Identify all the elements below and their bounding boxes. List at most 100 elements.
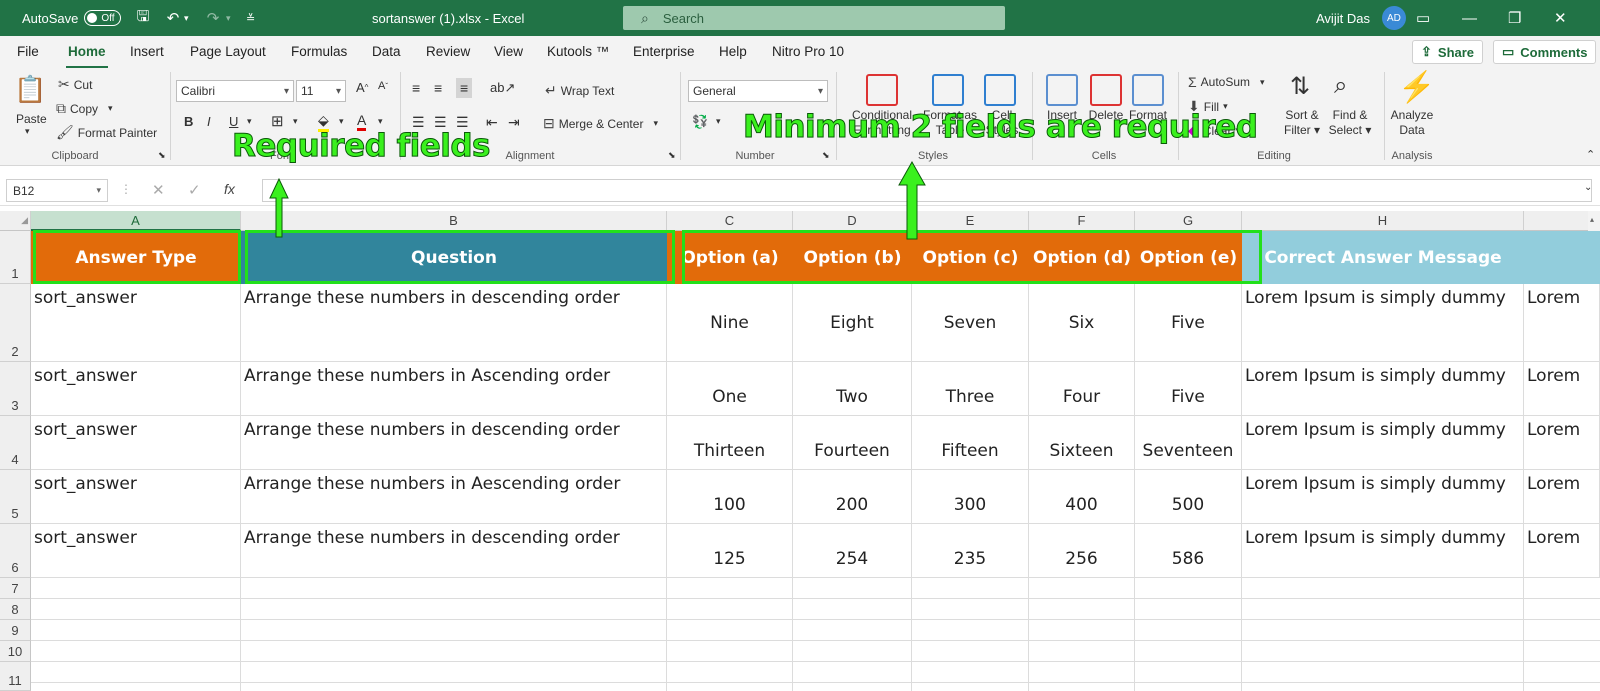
cell-option-c[interactable]: 300 <box>912 470 1029 524</box>
cell-next[interactable]: Lorem <box>1524 470 1600 524</box>
tab-formulas[interactable]: Formulas <box>291 44 347 59</box>
alignment-launcher-icon[interactable]: ⬊ <box>668 150 676 161</box>
share-button[interactable]: ⇪ Share <box>1412 40 1484 64</box>
tab-page-layout[interactable]: Page Layout <box>190 44 266 59</box>
cell-question[interactable]: Arrange these numbers in Aescending orde… <box>241 470 667 524</box>
wrap-text-button[interactable]: ↵ Wrap Text <box>545 82 614 99</box>
redo-dropdown-icon[interactable]: ▾ <box>226 0 231 36</box>
col-header-e[interactable]: E <box>912 211 1029 231</box>
cell-option-d[interactable]: 400 <box>1029 470 1135 524</box>
cell-next[interactable]: Lorem <box>1524 362 1600 416</box>
cell-option-e[interactable]: 586 <box>1135 524 1242 578</box>
cell-option-a[interactable]: Thirteen <box>667 416 793 470</box>
close-icon[interactable]: ✕ <box>1554 0 1600 36</box>
format-painter-button[interactable]: 🖌 Format Painter <box>56 124 157 141</box>
increase-indent-icon[interactable]: ⇥ <box>508 114 520 131</box>
cut-button[interactable]: ✂ Cut <box>58 76 92 93</box>
col-header-h[interactable]: H <box>1242 211 1524 231</box>
col-header-a[interactable]: A <box>31 211 241 231</box>
cell-option-c[interactable]: Fifteen <box>912 416 1029 470</box>
row-header-9[interactable]: 9 <box>0 620 31 641</box>
number-format-select[interactable]: General <box>688 80 828 102</box>
row-header-5[interactable]: 5 <box>0 470 31 524</box>
paste-button[interactable]: Paste <box>16 112 47 126</box>
cell-option-d[interactable]: Four <box>1029 362 1135 416</box>
undo-dropdown-icon[interactable]: ▾ <box>184 0 189 36</box>
cell-option-b[interactable]: 200 <box>793 470 912 524</box>
align-middle-icon[interactable]: ≡ <box>434 80 442 96</box>
cell-option-d[interactable]: Sixteen <box>1029 416 1135 470</box>
conditional-formatting-icon[interactable] <box>866 74 898 106</box>
orientation-icon[interactable]: ab↗ <box>490 80 515 96</box>
find-select-icon[interactable]: ⌕ <box>1334 72 1347 100</box>
number-launcher-icon[interactable]: ⬊ <box>822 150 830 161</box>
accounting-dropdown-icon[interactable]: ▾ <box>716 116 721 127</box>
font-color-dropdown-icon[interactable]: ▾ <box>378 116 383 127</box>
cell-styles-icon[interactable] <box>984 74 1016 106</box>
account[interactable]: Avijit Das AD <box>1316 0 1406 36</box>
borders-dropdown-icon[interactable]: ▾ <box>293 116 298 127</box>
accounting-format-icon[interactable]: 💱 <box>692 114 708 130</box>
insert-function-icon[interactable]: fx <box>224 181 235 197</box>
worksheet-grid[interactable]: ◢ A B C D E F G H 1 2 3 4 5 6 7 8 9 10 1… <box>0 211 1600 691</box>
cell-question[interactable]: Arrange these numbers in descending orde… <box>241 284 667 362</box>
col-header-f[interactable]: F <box>1029 211 1135 231</box>
cell-option-b[interactable]: 254 <box>793 524 912 578</box>
tab-view[interactable]: View <box>494 44 523 59</box>
tab-data[interactable]: Data <box>372 44 401 59</box>
tab-kutools[interactable]: Kutools ™ <box>547 44 609 59</box>
bold-button[interactable]: B <box>184 114 193 129</box>
row-header-6[interactable]: 6 <box>0 524 31 578</box>
cell-question[interactable]: Arrange these numbers in descending orde… <box>241 524 667 578</box>
row-header-11[interactable]: 11 <box>0 662 31 691</box>
row-header-2[interactable]: 2 <box>0 284 31 362</box>
col-header-d[interactable]: D <box>793 211 912 231</box>
cell-message[interactable]: Lorem Ipsum is simply dummy <box>1242 362 1524 416</box>
col-header-g[interactable]: G <box>1135 211 1242 231</box>
find-select-button[interactable]: Find & Select ▾ <box>1326 108 1374 138</box>
comments-button[interactable]: ▭ Comments <box>1493 40 1597 64</box>
row-header-1[interactable]: 1 <box>0 231 31 284</box>
cell-question[interactable]: Arrange these numbers in descending orde… <box>241 416 667 470</box>
cell-message[interactable]: Lorem Ipsum is simply dummy <box>1242 416 1524 470</box>
tab-nitro[interactable]: Nitro Pro 10 <box>772 44 844 59</box>
ribbon-display-options-icon[interactable]: ▭ <box>1416 0 1462 36</box>
cell-option-e[interactable]: Five <box>1135 284 1242 362</box>
cell-message[interactable]: Lorem Ipsum is simply dummy <box>1242 470 1524 524</box>
row-header-3[interactable]: 3 <box>0 362 31 416</box>
cell-option-b[interactable]: Eight <box>793 284 912 362</box>
minimize-icon[interactable]: — <box>1462 0 1508 36</box>
avatar[interactable]: AD <box>1381 6 1406 30</box>
cell-question[interactable]: Arrange these numbers in Ascending order <box>241 362 667 416</box>
row-header-7[interactable]: 7 <box>0 578 31 599</box>
font-name-select[interactable]: Calibri <box>176 80 294 102</box>
underline-button[interactable]: U <box>229 114 238 129</box>
cell-answer-type[interactable]: sort_answer <box>31 284 241 362</box>
select-all-corner[interactable]: ◢ <box>0 211 31 231</box>
row-header-8[interactable]: 8 <box>0 599 31 620</box>
empty-rows[interactable] <box>31 578 1600 691</box>
formula-input[interactable] <box>262 179 1592 202</box>
cell-option-a[interactable]: One <box>667 362 793 416</box>
autosum-button[interactable]: Σ AutoSum ▾ <box>1188 74 1265 90</box>
cell-option-a[interactable]: 125 <box>667 524 793 578</box>
cell-answer-type[interactable]: sort_answer <box>31 470 241 524</box>
grow-font-icon[interactable]: A ^ <box>356 80 368 95</box>
underline-dropdown-icon[interactable]: ▾ <box>247 116 252 127</box>
customize-quick-access-icon[interactable]: ≚ <box>246 0 255 36</box>
undo-icon[interactable]: ↶ <box>164 0 182 36</box>
tab-enterprise[interactable]: Enterprise <box>633 44 695 59</box>
cell-answer-type[interactable]: sort_answer <box>31 524 241 578</box>
sort-filter-icon[interactable]: ⇅ <box>1290 72 1310 101</box>
merge-center-button[interactable]: ⊟ Merge & Center ▾ <box>543 115 658 132</box>
search-box[interactable]: ⌕ Search <box>623 6 1005 30</box>
cell-option-d[interactable]: Six <box>1029 284 1135 362</box>
col-header-b[interactable]: B <box>241 211 667 231</box>
paste-dropdown-icon[interactable]: ▾ <box>25 126 30 137</box>
name-box[interactable]: B12 <box>6 179 108 202</box>
format-as-table-icon[interactable] <box>932 74 964 106</box>
autosave-switch[interactable]: Off <box>84 10 121 26</box>
shrink-font-icon[interactable]: Aˇ <box>378 80 388 92</box>
cell-message[interactable]: Lorem Ipsum is simply dummy <box>1242 524 1524 578</box>
tab-insert[interactable]: Insert <box>130 44 164 59</box>
